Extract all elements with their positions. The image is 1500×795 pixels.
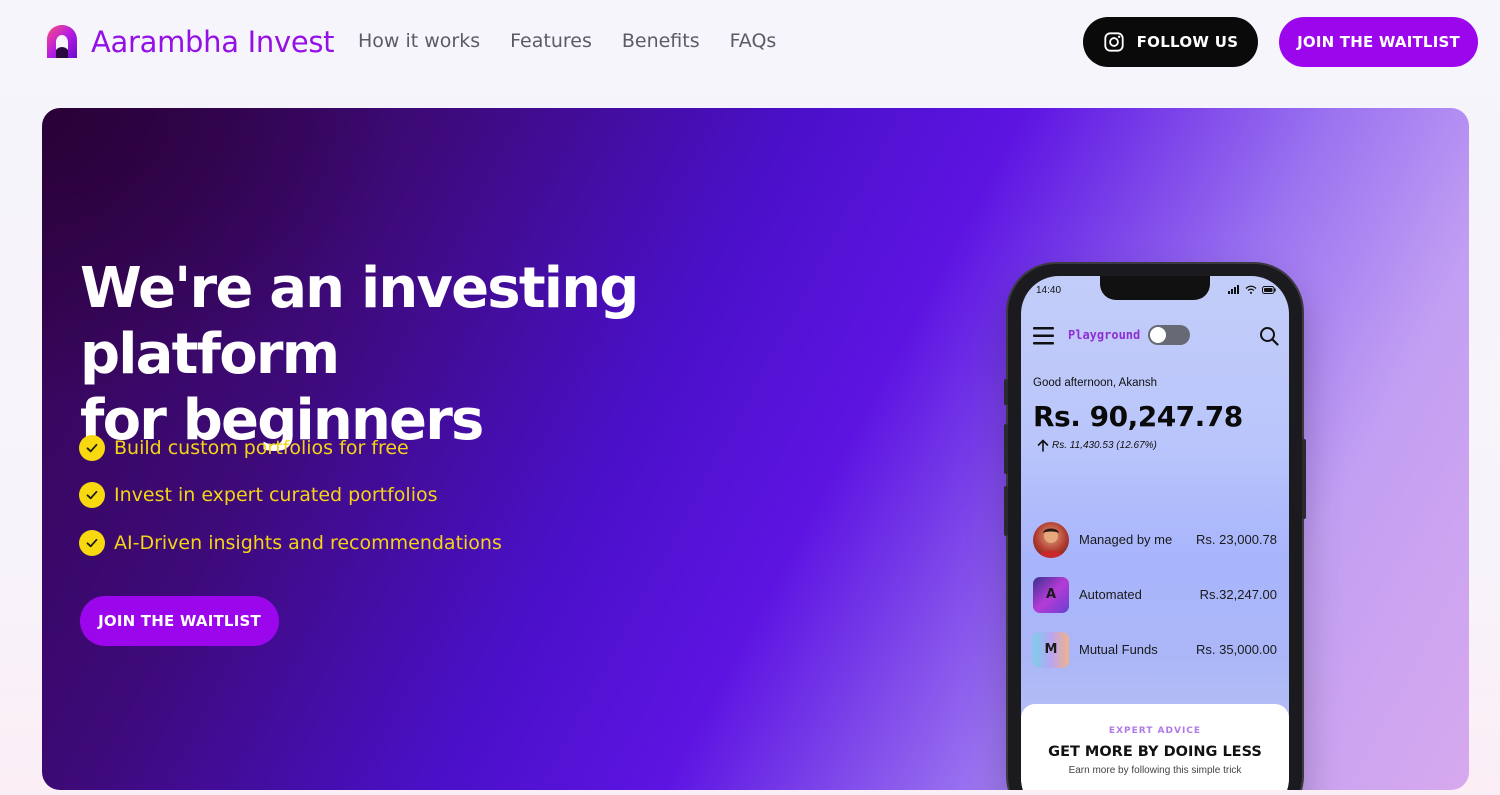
logo-icon	[47, 25, 77, 58]
portfolio-balance: Rs. 90,247.78	[1033, 400, 1243, 433]
check-circle-icon	[79, 529, 105, 556]
hero-section: We're an investing platform for beginner…	[42, 108, 1469, 790]
follow-us-button[interactable]: FOLLOW US	[1083, 17, 1258, 67]
playground-label: Playground	[1068, 328, 1141, 342]
advice-subtitle: Earn more by following this simple trick	[1068, 765, 1242, 776]
feature-text: AI-Driven insights and recommendations	[114, 531, 502, 554]
join-waitlist-hero-button[interactable]: JOIN THE WAITLIST	[80, 596, 279, 646]
portfolio-list: Managed by me Rs. 23,000.78 A Automated …	[1033, 512, 1277, 677]
join-waitlist-hero-label: JOIN THE WAITLIST	[98, 612, 261, 630]
join-waitlist-header-label: JOIN THE WAITLIST	[1297, 33, 1460, 51]
brand-logo-link[interactable]: Aarambha Invest	[45, 24, 335, 60]
join-waitlist-header-button[interactable]: JOIN THE WAITLIST	[1279, 17, 1478, 67]
portfolio-row-label: Mutual Funds	[1079, 642, 1158, 657]
nav-faqs[interactable]: FAQs	[730, 30, 777, 52]
feature-item: AI-Driven insights and recommendations	[79, 519, 502, 567]
mutual-funds-icon: M	[1033, 631, 1069, 668]
feature-item: Invest in expert curated portfolios	[79, 472, 502, 520]
portfolio-row[interactable]: Managed by me Rs. 23,000.78	[1033, 512, 1277, 567]
phone-side-button	[1004, 379, 1008, 405]
feature-text: Build custom portfolios for free	[114, 436, 409, 459]
instagram-icon	[1103, 32, 1124, 52]
feature-list: Build custom portfolios for free Invest …	[79, 424, 502, 567]
advice-title: GET MORE BY DOING LESS	[1048, 744, 1262, 760]
arrow-up-icon	[1037, 439, 1049, 452]
playground-toggle[interactable]	[1148, 325, 1190, 345]
phone-side-button	[1302, 439, 1306, 519]
nav-benefits[interactable]: Benefits	[622, 30, 700, 52]
portfolio-row[interactable]: A Automated Rs.32,247.00	[1033, 567, 1277, 622]
phone-mockup: 14:40 Playground Good afternoon, Akansh …	[1004, 264, 1306, 790]
avatar	[1033, 521, 1069, 558]
nav-how-it-works[interactable]: How it works	[358, 30, 480, 52]
automated-icon: A	[1033, 576, 1069, 613]
portfolio-row-value: Rs.32,247.00	[1199, 587, 1277, 602]
advice-tag: EXPERT ADVICE	[1108, 726, 1202, 736]
portfolio-row-label: Automated	[1079, 587, 1142, 602]
search-icon[interactable]	[1259, 326, 1279, 346]
portfolio-row-label: Managed by me	[1079, 532, 1173, 547]
greeting-text: Good afternoon, Akansh	[1033, 377, 1158, 389]
site-header: Aarambha Invest How it works Features Be…	[0, 0, 1500, 90]
portfolio-gain: Rs. 11,430.53 (12.67%)	[1037, 439, 1157, 452]
battery-icon	[1262, 285, 1276, 294]
check-circle-icon	[79, 434, 105, 461]
main-nav: How it works Features Benefits FAQs	[358, 30, 776, 52]
phone-side-button	[1004, 424, 1008, 474]
portfolio-gain-text: Rs. 11,430.53 (12.67%)	[1052, 440, 1157, 451]
portfolio-row[interactable]: M Mutual Funds Rs. 35,000.00	[1033, 622, 1277, 677]
expert-advice-card[interactable]: EXPERT ADVICE GET MORE BY DOING LESS Ear…	[1021, 704, 1289, 790]
status-icons	[1228, 285, 1276, 294]
hero-title-line-1: We're an investing platform	[80, 256, 639, 387]
app-bar: Playground	[1033, 324, 1279, 348]
status-time: 14:40	[1036, 285, 1062, 296]
toggle-knob	[1150, 327, 1166, 343]
signal-icon	[1228, 285, 1239, 294]
follow-us-label: FOLLOW US	[1136, 33, 1239, 51]
phone-notch	[1100, 276, 1210, 300]
wifi-icon	[1245, 285, 1257, 294]
feature-text: Invest in expert curated portfolios	[114, 484, 438, 507]
brand-name: Aarambha Invest	[91, 25, 335, 59]
portfolio-row-value: Rs. 23,000.78	[1196, 532, 1277, 547]
portfolio-row-value: Rs. 35,000.00	[1196, 642, 1277, 657]
nav-features[interactable]: Features	[510, 30, 592, 52]
hamburger-menu-icon[interactable]	[1033, 326, 1055, 346]
check-circle-icon	[79, 482, 105, 509]
phone-screen: 14:40 Playground Good afternoon, Akansh …	[1021, 276, 1289, 790]
phone-side-button	[1004, 486, 1008, 536]
feature-item: Build custom portfolios for free	[79, 424, 502, 472]
